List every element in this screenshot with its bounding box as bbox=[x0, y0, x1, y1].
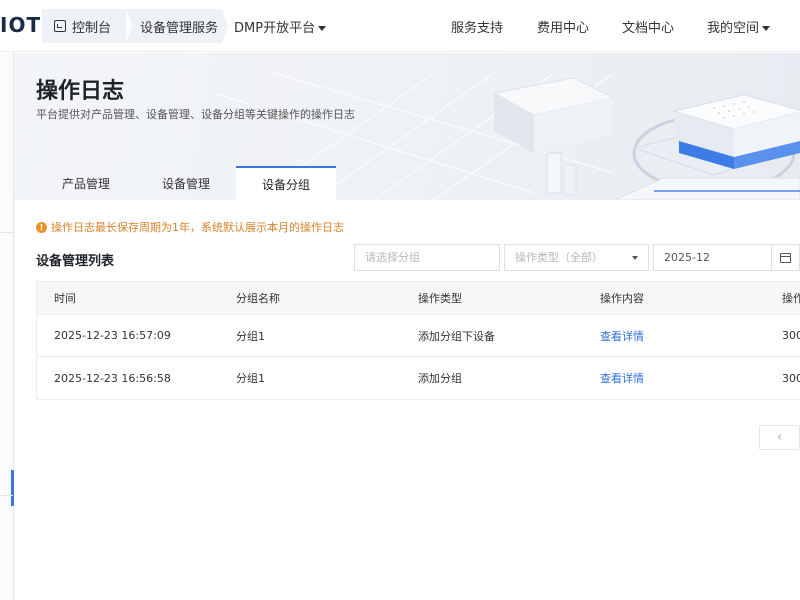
cell-time: 2025-12-23 16:56:58 bbox=[54, 371, 171, 385]
console-button[interactable]: 控制台 bbox=[42, 9, 126, 43]
view-details-link[interactable]: 查看详情 bbox=[600, 315, 644, 356]
cell-time: 2025-12-23 16:57:09 bbox=[54, 329, 171, 342]
sidebar-active-indicator bbox=[11, 470, 14, 506]
column-header-operation-type: 操作类型 bbox=[418, 292, 462, 305]
operation-type-select[interactable] bbox=[504, 244, 649, 271]
nav-service-support[interactable]: 服务支持 bbox=[451, 17, 503, 36]
nav-docs-center[interactable]: 文档中心 bbox=[622, 17, 674, 36]
table-row: 2025-12-23 16:57:09 分组1 添加分组下设备 查看详情 300 bbox=[37, 315, 800, 357]
dmp-platform-menu[interactable]: DMP开放平台 bbox=[234, 17, 327, 36]
tab-product-management[interactable]: 产品管理 bbox=[36, 166, 136, 200]
month-picker[interactable]: 2025-12 bbox=[653, 244, 772, 271]
page-description: 平台提供对产品管理、设备管理、设备分组等关键操作的操作日志 bbox=[36, 108, 355, 121]
cell-operation-type: 添加分组 bbox=[418, 372, 462, 385]
operation-log-table: 时间 分组名称 操作类型 操作内容 操作 2025-12-23 16:57:09… bbox=[36, 281, 800, 400]
sidebar-divider bbox=[0, 232, 13, 233]
nav-billing-center[interactable]: 费用中心 bbox=[537, 17, 589, 36]
month-picker-value: 2025-12 bbox=[664, 251, 710, 264]
cell-group-name: 分组1 bbox=[236, 329, 265, 343]
my-space-label: 我的空间 bbox=[707, 21, 760, 36]
chevron-down-icon bbox=[632, 256, 638, 260]
cell-operator: 300 bbox=[782, 371, 800, 385]
tab-device-management[interactable]: 设备管理 bbox=[136, 166, 236, 200]
top-nav: IOT 控制台 设备管理服务 DMP开放平台 服务支持 费用中心 文档中心 我的… bbox=[0, 0, 800, 52]
nav-my-space[interactable]: 我的空间 bbox=[707, 17, 771, 36]
group-select-input[interactable] bbox=[365, 251, 499, 264]
breadcrumb-device-service[interactable]: 设备管理服务 bbox=[126, 9, 228, 43]
table-row: 2025-12-23 16:56:58 分组1 添加分组 查看详情 300 bbox=[37, 357, 800, 399]
chevron-down-icon bbox=[762, 26, 771, 31]
console-icon bbox=[54, 20, 66, 32]
console-label: 控制台 bbox=[72, 20, 112, 36]
calendar-icon bbox=[780, 252, 791, 263]
pagination-prev-button[interactable]: ‹ bbox=[759, 425, 800, 450]
dmp-platform-label: DMP开放平台 bbox=[234, 21, 316, 36]
operation-type-input[interactable] bbox=[515, 251, 648, 264]
view-details-link[interactable]: 查看详情 bbox=[600, 357, 644, 399]
column-header-operator: 操作 bbox=[782, 292, 800, 305]
column-header-operation-content: 操作内容 bbox=[600, 292, 644, 305]
notice-text: 操作日志最长保存周期为1年，系统默认展示本月的操作日志 bbox=[51, 221, 344, 234]
column-header-group-name: 分组名称 bbox=[236, 292, 280, 305]
page-banner: 操作日志 平台提供对产品管理、设备管理、设备分组等关键操作的操作日志 产品管理 … bbox=[14, 53, 800, 200]
list-title: 设备管理列表 bbox=[36, 254, 115, 269]
sidebar-divider bbox=[0, 495, 13, 496]
column-header-time: 时间 bbox=[54, 292, 76, 305]
table-header-row: 时间 分组名称 操作类型 操作内容 操作 bbox=[37, 282, 800, 315]
sidebar bbox=[0, 52, 14, 600]
cell-operator: 300 bbox=[782, 329, 800, 342]
group-select[interactable] bbox=[354, 244, 500, 271]
chevron-down-icon bbox=[318, 26, 327, 31]
cell-group-name: 分组1 bbox=[236, 372, 265, 385]
tab-bar: 产品管理 设备管理 设备分组 bbox=[36, 166, 336, 200]
brand-logo[interactable]: IOT bbox=[0, 13, 41, 37]
calendar-button[interactable] bbox=[771, 244, 800, 271]
warning-icon: ! bbox=[36, 221, 47, 233]
page-title: 操作日志 bbox=[36, 79, 125, 104]
tab-device-group[interactable]: 设备分组 bbox=[236, 166, 336, 200]
cell-operation-type: 添加分组下设备 bbox=[418, 329, 495, 343]
retention-notice: ! 操作日志最长保存周期为1年，系统默认展示本月的操作日志 bbox=[36, 219, 344, 235]
